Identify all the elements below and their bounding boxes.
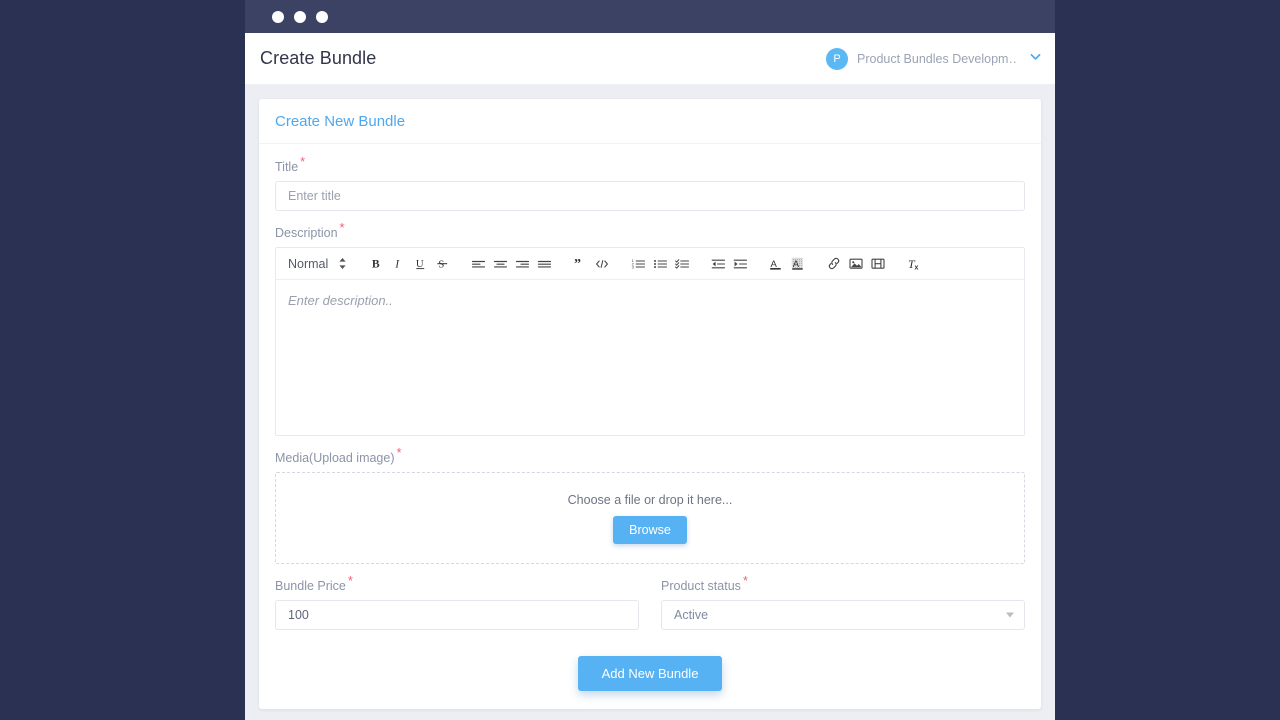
toolbar-group-insert	[823, 253, 889, 275]
description-placeholder: Enter description..	[288, 293, 393, 308]
product-status-select-wrapper: Active	[661, 600, 1025, 630]
checklist-icon[interactable]	[671, 253, 693, 275]
required-asterisk: *	[347, 572, 353, 588]
required-asterisk: *	[396, 444, 402, 460]
svg-text:I: I	[394, 258, 400, 270]
toolbar-group-list: 123	[627, 253, 693, 275]
window-close-button[interactable]	[272, 10, 284, 23]
italic-icon[interactable]: I	[387, 253, 409, 275]
svg-text:B: B	[372, 258, 380, 270]
browser-window: Create Bundle P Product Bundles Developm…	[245, 0, 1055, 720]
window-titlebar	[245, 0, 1055, 33]
rich-text-editor: Normal B I U S ” 1 2 3 A A T x Enter des…	[275, 247, 1025, 436]
caret-down-icon	[1006, 612, 1014, 618]
media-field-group: Media(Upload image) * Choose a file or dr…	[275, 446, 1025, 564]
browse-button[interactable]: Browse	[613, 515, 687, 544]
window-maximize-button[interactable]	[316, 10, 328, 23]
blockquote-icon[interactable]: ”	[569, 253, 591, 275]
status-field-group: Product status * Active	[661, 574, 1025, 630]
outdent-icon[interactable]	[707, 253, 729, 275]
underline-icon[interactable]: U	[409, 253, 431, 275]
description-editor-area[interactable]: Enter description..	[276, 280, 1024, 435]
toolbar-group-indent	[707, 253, 751, 275]
toolbar-group-inline: B I U S	[365, 253, 453, 275]
link-icon[interactable]	[823, 253, 845, 275]
price-field-group: Bundle Price *	[275, 574, 639, 630]
indent-icon[interactable]	[729, 253, 751, 275]
card-title: Create New Bundle	[275, 113, 406, 130]
price-label: Bundle Price *	[275, 574, 639, 593]
description-label: Description *	[275, 221, 1025, 240]
dropzone-text: Choose a file or drop it here...	[567, 492, 733, 507]
bold-icon[interactable]: B	[365, 253, 387, 275]
toolbar-group-clean: Tx	[903, 253, 925, 275]
svg-text:”: ”	[574, 257, 581, 270]
account-menu[interactable]: P Product Bundles Developm…	[826, 47, 1041, 70]
title-label: Title *	[275, 155, 1025, 174]
format-select[interactable]: Normal	[282, 257, 351, 271]
bundle-price-input[interactable]	[275, 600, 639, 630]
media-label-text: Media(Upload image)	[275, 451, 395, 465]
toolbar-group-align	[467, 253, 555, 275]
toolbar-group-color: A A	[765, 253, 809, 275]
avatar: P	[826, 47, 848, 70]
text-color-icon[interactable]: A	[765, 253, 787, 275]
required-asterisk: *	[742, 572, 748, 588]
page-content: Create New Bundle Title* Description*	[245, 85, 1055, 719]
title-input[interactable]	[275, 181, 1025, 211]
editor-toolbar: Normal B I U S ” 1 2 3 A A T x	[276, 248, 1024, 280]
align-right-icon[interactable]	[511, 253, 533, 275]
align-center-icon[interactable]	[489, 253, 511, 275]
title-field-group: Title *	[275, 155, 1025, 211]
svg-text:S: S	[438, 258, 444, 270]
add-new-bundle-button[interactable]: Add New Bundle	[577, 656, 723, 691]
up-down-arrows-icon	[338, 257, 347, 270]
chevron-down-icon	[1030, 53, 1041, 64]
description-field-group: Description * Normal B I U S ” 1 2 3 A A…	[275, 221, 1025, 436]
file-dropzone[interactable]: Choose a file or drop it here... Browse	[275, 472, 1025, 564]
title-label-text: Title	[275, 160, 299, 174]
app-header: Create Bundle P Product Bundles Developm…	[245, 33, 1055, 85]
bullet-list-icon[interactable]	[649, 253, 671, 275]
page-title: Create Bundle	[260, 48, 377, 68]
svg-text:U: U	[416, 258, 424, 270]
format-select-value: Normal	[288, 256, 329, 271]
ordered-list-icon[interactable]: 123	[627, 253, 649, 275]
video-icon[interactable]	[867, 253, 889, 275]
card-header: Create New Bundle	[259, 99, 1041, 144]
align-justify-icon[interactable]	[533, 253, 555, 275]
strikethrough-icon[interactable]: S	[431, 253, 453, 275]
background-color-icon[interactable]: A	[787, 253, 809, 275]
submit-row: Add New Bundle	[275, 645, 1025, 709]
description-label-text: Description	[275, 226, 338, 240]
clear-formatting-icon[interactable]: Tx	[903, 253, 925, 275]
media-label: Media(Upload image) *	[275, 446, 1025, 465]
required-asterisk: *	[300, 153, 306, 169]
image-icon[interactable]	[845, 253, 867, 275]
product-status-select[interactable]: Active	[661, 600, 1025, 630]
window-minimize-button[interactable]	[294, 10, 306, 23]
align-left-icon[interactable]	[467, 253, 489, 275]
price-label-text: Bundle Price	[275, 579, 346, 593]
toolbar-group-block: ”	[569, 253, 613, 275]
card-body: Title* Description* Normal	[259, 144, 1041, 709]
create-bundle-card: Create New Bundle Title* Description*	[259, 99, 1041, 709]
code-block-icon[interactable]	[591, 253, 613, 275]
required-asterisk: *	[339, 219, 345, 235]
account-name: Product Bundles Developm…	[857, 51, 1017, 66]
status-label-text: Product status	[661, 579, 741, 593]
status-label: Product status *	[661, 574, 1025, 593]
svg-text:x: x	[914, 264, 918, 271]
price-status-row: Bundle Price* Product status* Active	[275, 574, 1025, 630]
svg-text:3: 3	[631, 264, 634, 269]
